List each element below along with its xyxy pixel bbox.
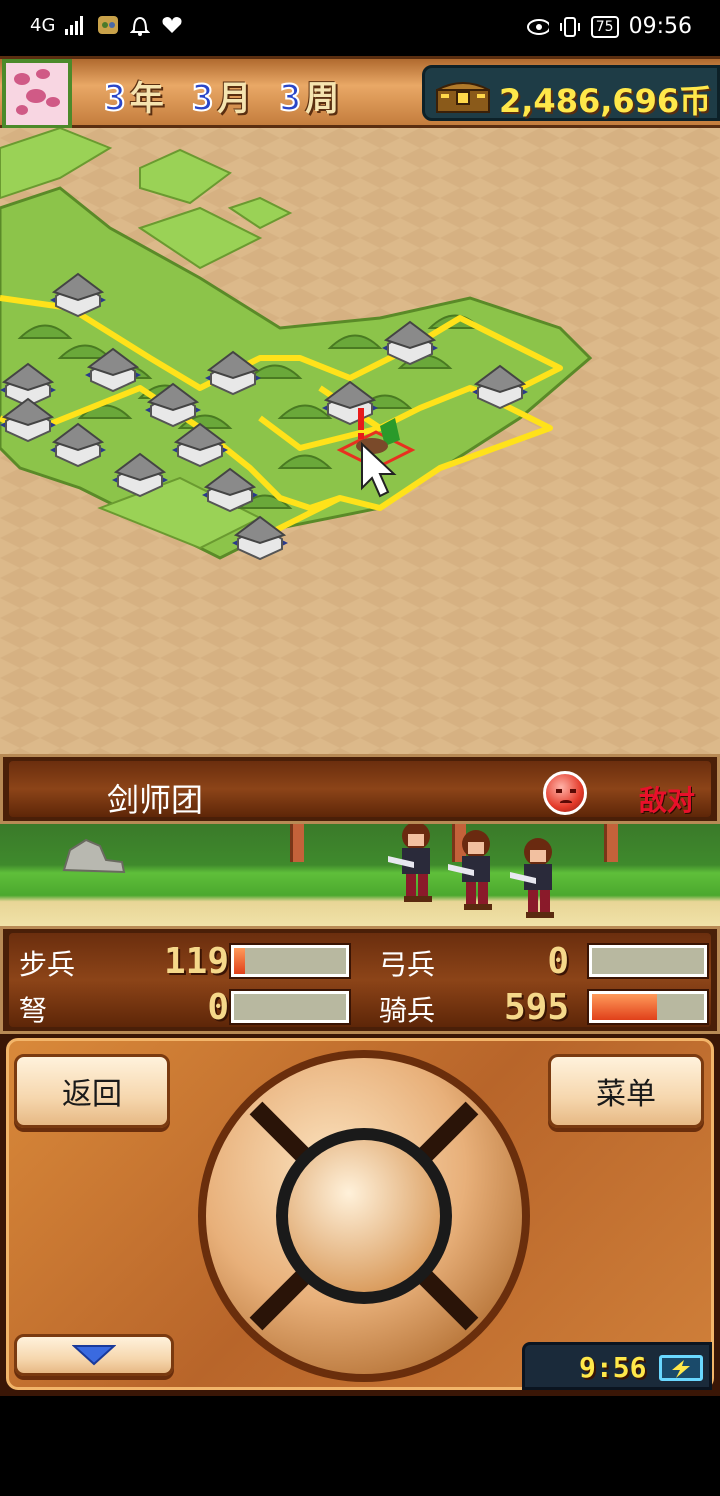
troop-bar xyxy=(587,989,709,1025)
tree-trunk xyxy=(290,824,304,862)
troop-label: 弩 xyxy=(19,994,48,1027)
troop-count: 119 xyxy=(163,941,229,982)
directional-pad[interactable] xyxy=(194,1046,534,1386)
unit-scene xyxy=(0,824,720,926)
troop-infantry: 步兵 119 xyxy=(19,941,351,982)
year-unit: 年 xyxy=(129,79,164,119)
swordsman-sprite xyxy=(448,830,492,910)
dpad-center-button[interactable] xyxy=(288,1140,440,1292)
month-number: 3 xyxy=(191,77,215,120)
battery-level: 75 xyxy=(590,15,619,38)
chevron-down-icon xyxy=(72,1345,116,1366)
clock-text: 09:56 xyxy=(628,14,692,39)
menu-button[interactable]: 菜单 xyxy=(548,1054,704,1128)
money-display: 2,486,696币 xyxy=(422,65,720,121)
troop-bar xyxy=(587,943,709,979)
troop-crossbow: 弩 0 xyxy=(19,987,351,1028)
advisor-portrait[interactable] xyxy=(2,59,72,129)
scroll-down-button[interactable] xyxy=(14,1334,174,1376)
unit-name: 剑师团 xyxy=(107,781,204,819)
world-map[interactable] xyxy=(0,128,720,754)
month-unit: 月 xyxy=(217,79,252,119)
tree-trunk xyxy=(604,824,618,862)
system-status-bar: 4G 75 09:56 xyxy=(0,0,720,56)
eye-icon xyxy=(526,16,549,38)
back-button[interactable]: 返回 xyxy=(14,1054,170,1128)
troop-label: 骑兵 xyxy=(379,994,436,1027)
map-terrain[interactable] xyxy=(0,128,720,754)
heart-icon xyxy=(161,14,183,36)
week-unit: 周 xyxy=(305,79,340,119)
troop-label: 弓兵 xyxy=(379,948,436,981)
network-type: 4G xyxy=(30,14,56,36)
vibrate-icon xyxy=(559,16,581,38)
troop-label: 步兵 xyxy=(19,948,76,981)
swordsman-sprite xyxy=(510,838,554,918)
troop-bar xyxy=(229,943,351,979)
relation-status: 敌对 xyxy=(639,784,696,817)
game-clock: 9:56 xyxy=(522,1342,712,1390)
year-number: 3 xyxy=(103,77,127,120)
troop-count: 0 xyxy=(547,941,569,982)
unit-info-bar: 剑师团 敌对 xyxy=(0,754,720,824)
game-header: 3 年 3 月 3 周 2,486,696币 xyxy=(0,56,720,129)
swordsman-sprite xyxy=(388,824,432,902)
app-notification-icon xyxy=(97,14,119,36)
treasure-chest-icon xyxy=(436,82,490,113)
controller-panel: 返回 菜单 9:56 xyxy=(0,1034,720,1396)
troop-count: 0 xyxy=(207,987,229,1028)
troop-panel: 步兵 119 弓兵 0 弩 0 骑兵 595 xyxy=(0,926,720,1034)
troop-bar xyxy=(229,989,351,1025)
troop-cavalry: 骑兵 595 xyxy=(379,987,709,1028)
battery-charging-icon xyxy=(659,1355,703,1381)
rock-icon xyxy=(62,838,126,874)
troop-archers: 弓兵 0 xyxy=(379,941,709,982)
troop-count: 595 xyxy=(503,987,569,1028)
money-amount: 2,486,696币 xyxy=(499,82,712,120)
game-clock-time: 9:56 xyxy=(579,1351,647,1384)
week-number: 3 xyxy=(278,77,302,120)
game-date: 3 年 3 月 3 周 xyxy=(103,71,363,120)
signal-icon xyxy=(65,14,87,36)
bell-icon xyxy=(129,14,151,36)
angry-face-icon xyxy=(543,771,587,815)
